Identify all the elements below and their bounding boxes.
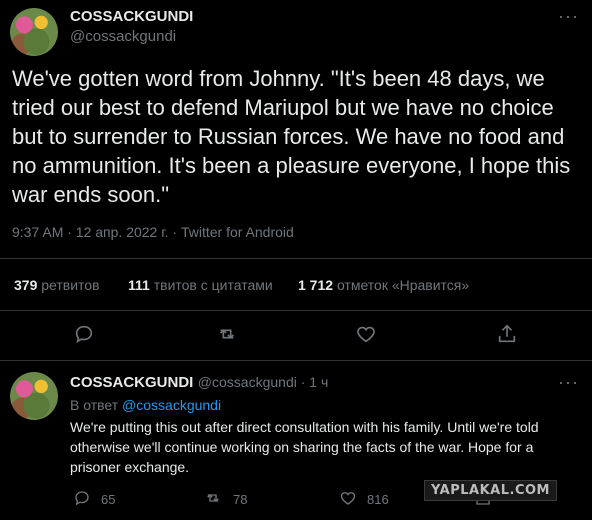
likes-label: отметок «Нравится» xyxy=(336,277,470,293)
tweet-text: We've gotten word from Johnny. "It's bee… xyxy=(12,66,571,207)
reply-like-count: 816 xyxy=(367,492,389,507)
retweet-icon[interactable] xyxy=(216,323,238,345)
reply-reply-count: 65 xyxy=(101,492,116,507)
share-icon[interactable] xyxy=(496,323,518,345)
quotes-label: твитов с цитатами xyxy=(153,277,273,293)
reply-header: COSSACKGUNDI @cossackgundi · 1 ч xyxy=(70,374,328,392)
likes-count: 1 712 xyxy=(298,277,334,293)
quotes-stat[interactable]: 111 твитов с цитатами xyxy=(128,277,273,293)
heart-icon[interactable] xyxy=(355,323,377,345)
more-icon[interactable]: ··· xyxy=(558,6,579,27)
reply-author-display-name[interactable]: COSSACKGUNDI xyxy=(70,374,193,391)
reply-author-handle-time[interactable]: @cossackgundi · 1 ч xyxy=(198,374,328,390)
watermark: YAPLAKAL.COM xyxy=(424,480,557,501)
replying-to: В ответ @cossackgundi xyxy=(70,397,221,413)
reply-heart-icon[interactable] xyxy=(339,489,357,507)
retweets-stat[interactable]: 379 ретвитов xyxy=(14,277,100,293)
retweets-label: ретвитов xyxy=(41,277,100,293)
reply-reply-icon[interactable] xyxy=(73,489,91,507)
divider xyxy=(0,360,592,361)
divider xyxy=(0,258,592,259)
replying-to-handle[interactable]: @cossackgundi xyxy=(122,397,221,413)
divider xyxy=(0,310,592,311)
likes-stat[interactable]: 1 712 отметок «Нравится» xyxy=(298,277,469,293)
author-handle[interactable]: @cossackgundi xyxy=(70,28,176,45)
reply-icon[interactable] xyxy=(73,323,95,345)
quotes-count: 111 xyxy=(128,277,150,293)
replying-to-label: В ответ xyxy=(70,397,119,413)
retweets-count: 379 xyxy=(14,277,38,293)
reply-retweet-count: 78 xyxy=(233,492,248,507)
tweet-meta: 9:37 AM · 12 апр. 2022 г. · Twitter for … xyxy=(12,224,294,240)
reply-author-avatar[interactable] xyxy=(10,372,58,420)
author-avatar[interactable] xyxy=(10,8,58,56)
author-display-name[interactable]: COSSACKGUNDI xyxy=(70,8,193,25)
reply-more-icon[interactable]: ··· xyxy=(558,372,579,393)
reply-text: We're putting this out after direct cons… xyxy=(70,419,539,475)
reply-retweet-icon[interactable] xyxy=(204,489,222,507)
